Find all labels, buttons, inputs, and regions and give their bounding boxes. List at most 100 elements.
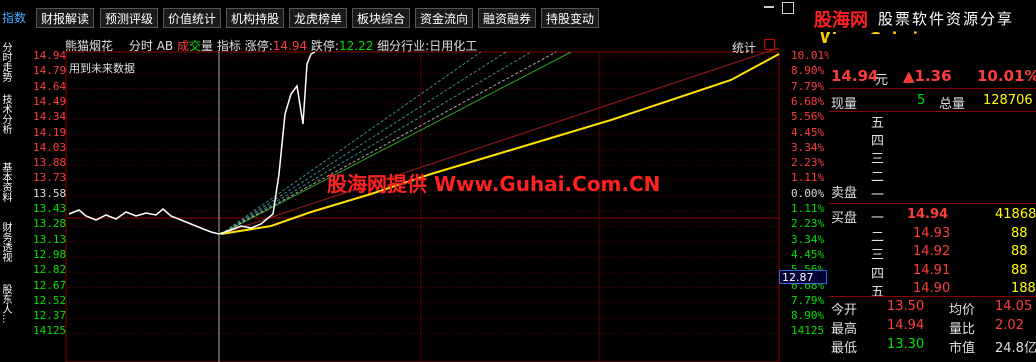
limit-down-label: 跌停:: [310, 39, 339, 53]
tab-technical[interactable]: 技术分析: [0, 94, 11, 134]
stat-value: 13.50: [887, 299, 925, 314]
stat-label: 最高: [831, 322, 858, 337]
tab-intraday[interactable]: 分时走势: [0, 42, 11, 82]
y-right-tick: 7.79%: [791, 293, 825, 307]
buy-level: 二: [871, 229, 885, 245]
sell-level: 一: [871, 188, 885, 203]
buy-level: 四: [871, 266, 885, 282]
total-volume-label: 总量: [939, 97, 966, 112]
buy-volume: 88: [1011, 262, 1028, 278]
buy-label: 买盘: [831, 211, 858, 226]
price-line: [68, 51, 316, 235]
toolbar-button-forecast-rating[interactable]: 预测评级: [100, 8, 158, 28]
projection-line-red: [220, 47, 780, 235]
limit-down-value: 12.22: [338, 39, 374, 53]
y-left-tick: 12.37: [33, 309, 67, 323]
y-left-tick: 13.28: [33, 217, 67, 231]
buy-price: 14.94: [907, 207, 949, 222]
y-left-tick: 14.94: [33, 49, 67, 62]
avg-price-line: [220, 53, 780, 235]
stat-label: 最低: [831, 341, 858, 356]
industry-value: 日用化工: [429, 39, 478, 53]
limit-up-label: 涨停:: [244, 39, 273, 53]
chart-header: 熊猫烟花 分时 AB 成交量 指标 涨停:14.94 跌停:12.22 细分行业…: [65, 37, 477, 54]
label-cheng: 成: [176, 39, 189, 53]
toolbar-button-margin-trading[interactable]: 融资融券: [478, 8, 536, 28]
toolbar-button-fund-flow[interactable]: 资金流向: [415, 8, 473, 28]
y-right-tick: 1.11%: [791, 171, 825, 185]
buy-price: 14.92: [913, 244, 951, 259]
sell-level: 五: [871, 116, 885, 131]
toolbar-button-sector-overview[interactable]: 板块综合: [352, 8, 410, 28]
y-right-tick: 8.90%: [791, 64, 825, 78]
stat-label: 量比: [949, 322, 976, 337]
maximize-icon[interactable]: [782, 2, 794, 14]
left-tab-strip: 分时走势 技术分析 基本资料 财务透视 股东人...: [0, 34, 11, 362]
y-left-tick: 14125: [33, 324, 67, 338]
industry-label: 细分行业:: [377, 39, 430, 53]
y-right-tick: 3.34%: [791, 232, 825, 246]
y-left-tick: 14.64: [33, 79, 67, 93]
y-left-tick: 12.67: [33, 278, 67, 292]
y-left-tick: 14.79: [33, 64, 67, 78]
current-volume: 5: [917, 93, 926, 108]
buy-volume: 88: [1011, 244, 1028, 259]
tab-financial[interactable]: 财务透视: [0, 222, 11, 262]
tab-basic-info[interactable]: 基本资料: [0, 162, 11, 202]
current-price: 14.94: [831, 67, 879, 85]
mode-intraday[interactable]: 分时: [129, 39, 153, 53]
y-left-tick: 13.58: [33, 186, 67, 200]
y-left-tick: 13.73: [33, 171, 67, 185]
y-left-tick: 14.19: [33, 125, 67, 139]
y-left-tick: 14.49: [33, 94, 67, 108]
y-right-tick: 4.45%: [791, 125, 825, 139]
stat-value: 13.30: [887, 337, 925, 352]
y-left-tick: 13.13: [33, 232, 67, 246]
toolbar-button-dragon-tiger-list[interactable]: 龙虎榜单: [289, 8, 347, 28]
stat-value: 14.94: [887, 318, 925, 333]
tab-shareholders[interactable]: 股东人...: [0, 284, 11, 324]
y-right-tick: 2.23%: [791, 156, 825, 170]
y-left-tick: 14.34: [33, 110, 67, 124]
cursor-price-tag: 12.87: [779, 270, 827, 284]
y-left-tick: 14.03: [33, 140, 67, 154]
future-data-note: 用到未来数据: [69, 62, 135, 75]
sell-level: 三: [871, 152, 885, 167]
toolbar-button-value-stats[interactable]: 价值统计: [163, 8, 221, 28]
buy-level: 五: [871, 285, 885, 300]
buy-price: 14.90: [913, 281, 951, 296]
buy-level: 三: [871, 248, 885, 263]
stats-link[interactable]: 统计: [732, 39, 756, 56]
projection-line-cyan-1: [220, 51, 482, 235]
toolbar-button-institution-holdings[interactable]: 机构持股: [226, 8, 284, 28]
stat-label: 市值: [949, 341, 976, 356]
y-right-tick: 2.23%: [791, 217, 825, 231]
projection-line-cyan-2: [220, 51, 507, 235]
y-left-tick: 12.82: [33, 263, 67, 277]
stat-value: 14.05: [995, 299, 1033, 314]
toolbar-tab-index[interactable]: 指数: [0, 8, 28, 28]
label-liang: 量: [201, 39, 214, 53]
price-unit: 元: [875, 73, 889, 88]
y-right-tick: 4.45%: [791, 247, 825, 261]
y-left-tick: 12.52: [33, 293, 67, 307]
y-right-tick: 6.68%: [791, 94, 825, 108]
close-panel-icon[interactable]: [764, 39, 775, 50]
mode-ab[interactable]: AB: [157, 39, 173, 53]
y-right-tick: 3.34%: [791, 140, 825, 154]
buy-volume: 41868: [995, 207, 1036, 222]
toolbar-button-holding-changes[interactable]: 持股变动: [541, 8, 599, 28]
indicator-button[interactable]: 指标: [217, 39, 241, 53]
buy-volume: 88: [1011, 225, 1028, 241]
stock-name: 熊猫烟花: [65, 39, 114, 53]
intraday-chart[interactable]: 熊猫烟花 分时 AB 成交量 指标 涨停:14.94 跌停:12.22 细分行业…: [11, 34, 831, 362]
toolbar-button-financial-report[interactable]: 财报解读: [36, 8, 94, 28]
minimize-icon[interactable]: [764, 6, 774, 8]
y-right-tick: 0.00%: [791, 186, 825, 200]
y-left-tick: 13.88: [33, 156, 67, 170]
y-right-tick: 5.56%: [791, 110, 825, 124]
buy-level: 一: [871, 211, 885, 226]
sell-level: 二: [871, 170, 885, 185]
price-change: ▲1.36: [903, 67, 952, 85]
sell-level: 四: [871, 134, 885, 149]
